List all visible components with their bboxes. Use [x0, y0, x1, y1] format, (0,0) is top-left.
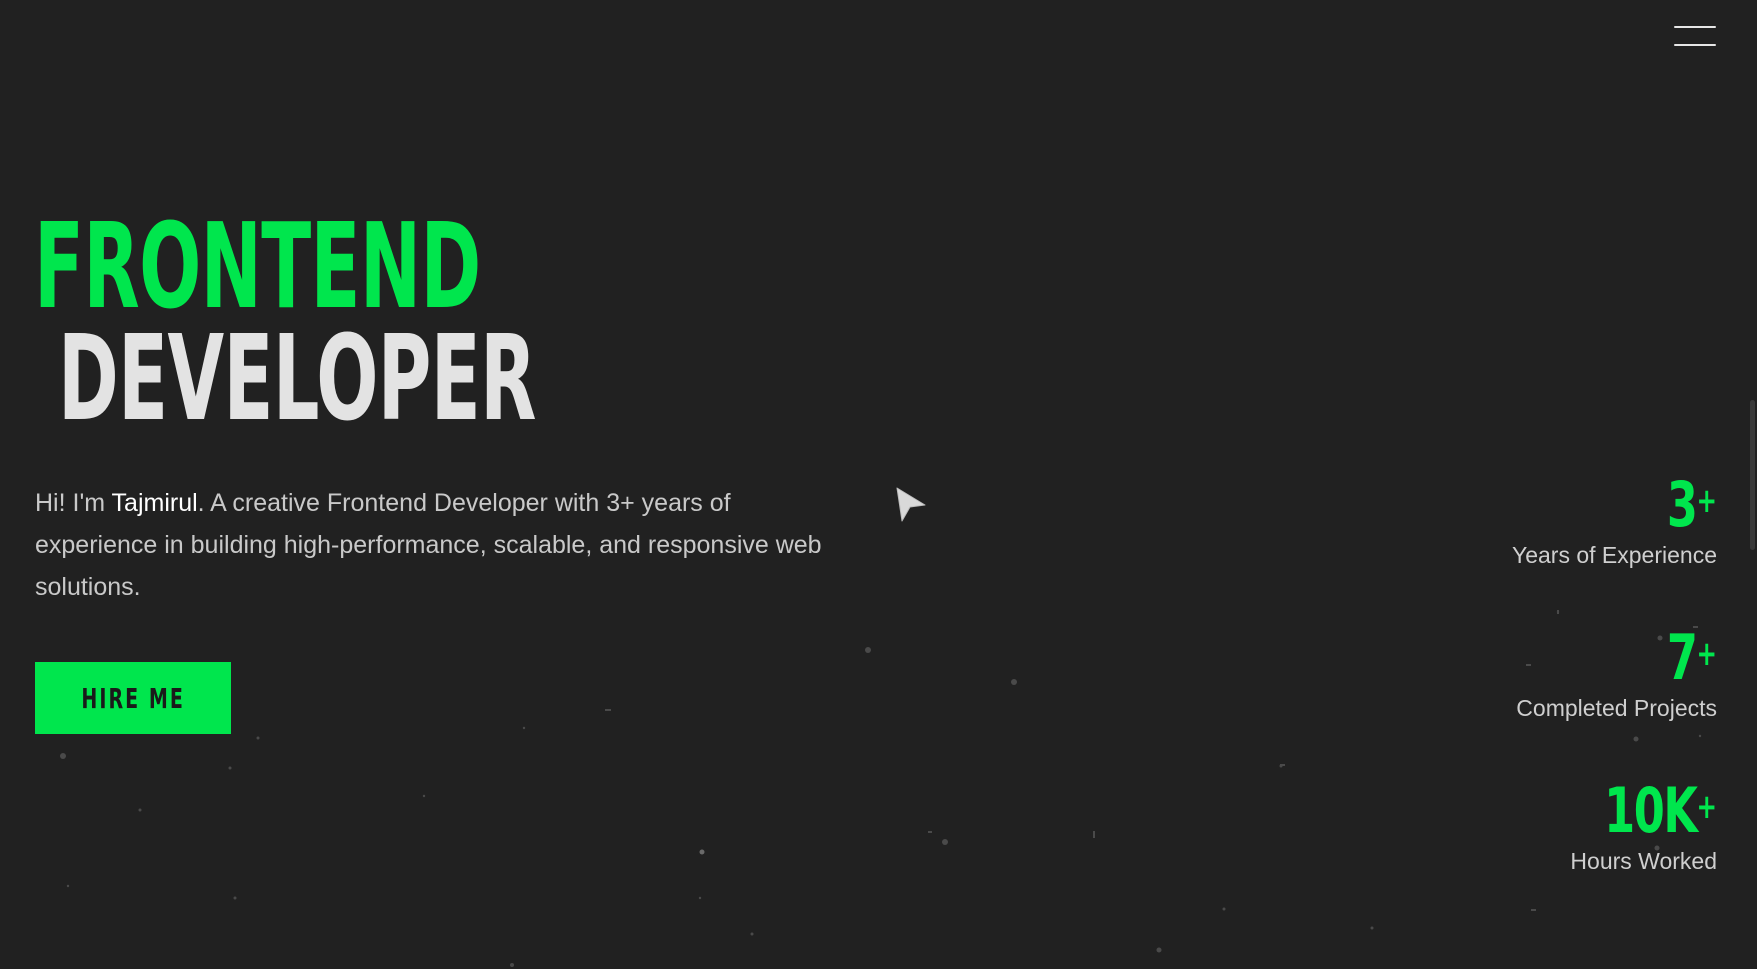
- hamburger-icon-line: [1674, 44, 1716, 46]
- menu-button[interactable]: [1672, 22, 1718, 50]
- intro-name: Tajmirul: [111, 489, 198, 517]
- stat-number: 10K: [1604, 774, 1698, 847]
- hero-title-frontend: FRONTEND: [34, 197, 481, 335]
- stat-value: 3+: [1501, 470, 1717, 536]
- pointer-arrow-icon: [896, 487, 926, 522]
- stat-label: Years of Experience: [1511, 542, 1717, 568]
- hire-me-button[interactable]: HIRE ME: [35, 662, 231, 734]
- scrollbar-thumb[interactable]: [1750, 400, 1755, 550]
- hero-title-developer: DEVELOPER: [58, 309, 536, 447]
- hero-title: FRONTEND DEVELOPER: [34, 197, 829, 447]
- stat-value: 7+: [1501, 623, 1717, 689]
- stat-years-experience: 3+ Years of Experience: [1417, 470, 1717, 623]
- page: FRONTEND DEVELOPER Hi! I'm Tajmirul. A c…: [0, 0, 1757, 969]
- stat-label: Completed Projects: [1516, 695, 1717, 721]
- stat-completed-projects: 7+ Completed Projects: [1417, 623, 1717, 776]
- hamburger-icon: [1674, 26, 1716, 28]
- stat-plus: +: [1696, 787, 1717, 827]
- stat-plus: +: [1696, 634, 1717, 674]
- stat-value: 10K+: [1501, 776, 1717, 842]
- hire-me-label: HIRE ME: [81, 681, 185, 715]
- stat-number: 3: [1666, 468, 1698, 541]
- stat-plus: +: [1696, 481, 1717, 521]
- intro-paragraph: Hi! I'm Tajmirul. A creative Frontend De…: [35, 482, 855, 608]
- stat-hours-worked: 10K+ Hours Worked: [1417, 776, 1717, 929]
- stat-number: 7: [1666, 621, 1698, 694]
- stats-list: 3+ Years of Experience 7+ Completed Proj…: [1417, 470, 1717, 929]
- intro-prefix: Hi! I'm: [35, 489, 112, 517]
- stat-label: Hours Worked: [1570, 848, 1717, 874]
